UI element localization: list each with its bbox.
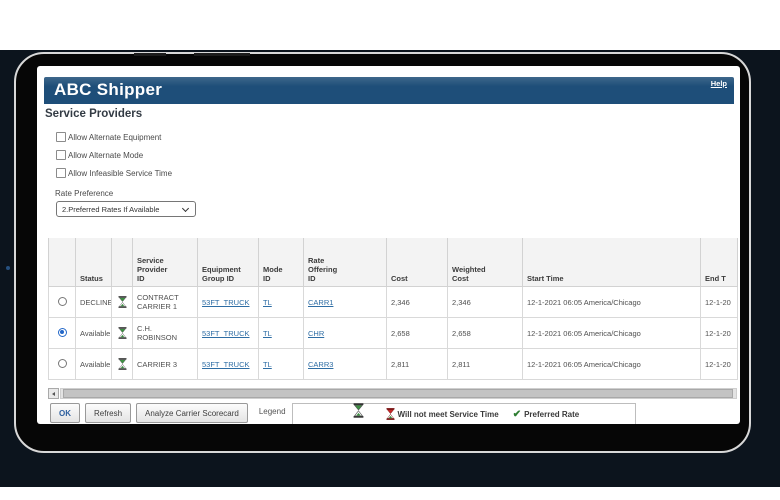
checkbox-label: Allow Infeasible Service Time <box>68 169 172 178</box>
weighted-cost-cell: 2,346 <box>448 287 523 318</box>
app-screen: ABC Shipper Help Service Providers Allow… <box>37 66 740 424</box>
table-header-row: Status Service Provider ID Equipment Gro… <box>49 235 738 287</box>
legend-box: Will not meet Service Time ✔ Preferred R… <box>292 403 636 424</box>
column-header-start-time: Start Time <box>523 235 701 287</box>
start-time-cell: 12-1-2021 06:05 America/Chicago <box>523 318 701 349</box>
provider-cell: C.H. ROBINSON <box>133 318 198 349</box>
start-time-cell: 12-1-2021 06:05 America/Chicago <box>523 349 701 380</box>
provider-cell: CARRIER 3 <box>133 349 198 380</box>
camera-dot <box>6 266 10 270</box>
status-cell: Available <box>76 349 112 380</box>
rate-offering-link[interactable]: CARR1 <box>308 298 333 307</box>
hourglass-icon <box>118 358 127 370</box>
service-providers-table: Status Service Provider ID Equipment Gro… <box>48 232 738 380</box>
mode-link[interactable]: TL <box>263 360 272 369</box>
scroll-left-button[interactable] <box>48 388 59 399</box>
column-header-cost: Cost <box>387 235 448 287</box>
footer-bar: OK Refresh Analyze Carrier Scorecard Leg… <box>50 403 737 424</box>
help-link[interactable]: Help <box>711 79 727 88</box>
checkbox-allow-alternate-equipment[interactable]: Allow Alternate Equipment <box>56 128 172 146</box>
mode-link[interactable]: TL <box>263 298 272 307</box>
hourglass-icon <box>118 327 127 339</box>
column-header-end-time: End T <box>701 235 738 287</box>
arrow-left-icon <box>52 392 55 396</box>
rate-preference-select[interactable]: 2.Preferred Rates If Available <box>56 201 196 217</box>
refresh-button[interactable]: Refresh <box>85 403 131 423</box>
status-cell: DECLINED <box>76 287 112 318</box>
checkbox-allow-alternate-mode[interactable]: Allow Alternate Mode <box>56 146 172 164</box>
legend-item-preferred-rate: ✔ Preferred Rate <box>499 409 580 420</box>
start-time-cell: 12-1-2021 06:05 America/Chicago <box>523 287 701 318</box>
analyze-carrier-scorecard-button[interactable]: Analyze Carrier Scorecard <box>136 403 248 423</box>
hourglass-icon <box>353 403 364 418</box>
equipment-group-link[interactable]: 53FT_TRUCK <box>202 298 250 307</box>
table-row: DECLINED CONTRACT CARRIER 1 53FT_TR <box>49 287 738 318</box>
provider-cell: CONTRACT CARRIER 1 <box>133 287 198 318</box>
checkbox-allow-infeasible-service-time[interactable]: Allow Infeasible Service Time <box>56 164 172 182</box>
legend-item-service-time: Will not meet Service Time <box>386 408 499 420</box>
page-background: ABC Shipper Help Service Providers Allow… <box>0 0 780 500</box>
column-header-rate-offering: Rate Offering ID <box>304 235 387 287</box>
weighted-cost-cell: 2,658 <box>448 318 523 349</box>
column-header-provider: Service Provider ID <box>133 235 198 287</box>
ok-button[interactable]: OK <box>50 403 80 423</box>
table-row: Available C.H. ROBINSON 53FT_TRUCK <box>49 318 738 349</box>
bezel-antenna-line <box>134 53 166 56</box>
filter-options: Allow Alternate Equipment Allow Alternat… <box>56 128 172 182</box>
legend-text: Preferred Rate <box>524 410 579 419</box>
equipment-group-link[interactable]: 53FT_TRUCK <box>202 329 250 338</box>
tablet-frame: ABC Shipper Help Service Providers Allow… <box>14 52 751 453</box>
column-header-equipment: Equipment Group ID <box>198 235 259 287</box>
rate-offering-link[interactable]: CHR <box>308 329 324 338</box>
column-header-status: Status <box>76 235 112 287</box>
hourglass-red-icon <box>386 408 395 420</box>
section-title: Service Providers <box>45 108 142 120</box>
equipment-group-link[interactable]: 53FT_TRUCK <box>202 360 250 369</box>
cost-cell: 2,811 <box>387 349 448 380</box>
check-green-icon: ✔ <box>513 409 521 420</box>
checkbox-box[interactable] <box>56 168 66 178</box>
row-radio[interactable] <box>58 359 67 368</box>
app-title: ABC Shipper <box>54 80 162 100</box>
chevron-down-icon <box>182 205 189 212</box>
rate-preference-label: Rate Preference <box>55 189 113 198</box>
horizontal-scrollbar[interactable] <box>48 388 737 399</box>
checkbox-box[interactable] <box>56 132 66 142</box>
row-radio[interactable] <box>58 297 67 306</box>
end-time-cell: 12-1-20 <box>701 287 738 318</box>
legend-label: Legend <box>259 407 286 416</box>
column-header-mode: Mode ID <box>259 235 304 287</box>
column-header-icon <box>112 235 133 287</box>
cost-cell: 2,658 <box>387 318 448 349</box>
checkbox-label: Allow Alternate Equipment <box>68 133 161 142</box>
checkbox-label: Allow Alternate Mode <box>68 151 143 160</box>
column-header-weighted-cost: Weighted Cost <box>448 235 523 287</box>
weighted-cost-cell: 2,811 <box>448 349 523 380</box>
end-time-cell: 12-1-20 <box>701 318 738 349</box>
scrollbar-thumb[interactable] <box>63 389 733 398</box>
scrollbar-track[interactable] <box>60 388 737 399</box>
table-row: Available CARRIER 3 53FT_TRUCK <box>49 349 738 380</box>
column-header-radio <box>49 235 76 287</box>
cost-cell: 2,346 <box>387 287 448 318</box>
legend-text: Will not meet Service Time <box>398 410 499 419</box>
rate-preference-value: 2.Preferred Rates If Available <box>62 205 159 214</box>
checkbox-box[interactable] <box>56 150 66 160</box>
mode-link[interactable]: TL <box>263 329 272 338</box>
status-cell: Available <box>76 318 112 349</box>
app-header: ABC Shipper Help <box>44 77 734 104</box>
row-radio[interactable] <box>58 328 67 337</box>
bezel-antenna-line <box>194 53 250 56</box>
rate-offering-link[interactable]: CARR3 <box>308 360 333 369</box>
hourglass-icon <box>118 296 127 308</box>
end-time-cell: 12-1-20 <box>701 349 738 380</box>
